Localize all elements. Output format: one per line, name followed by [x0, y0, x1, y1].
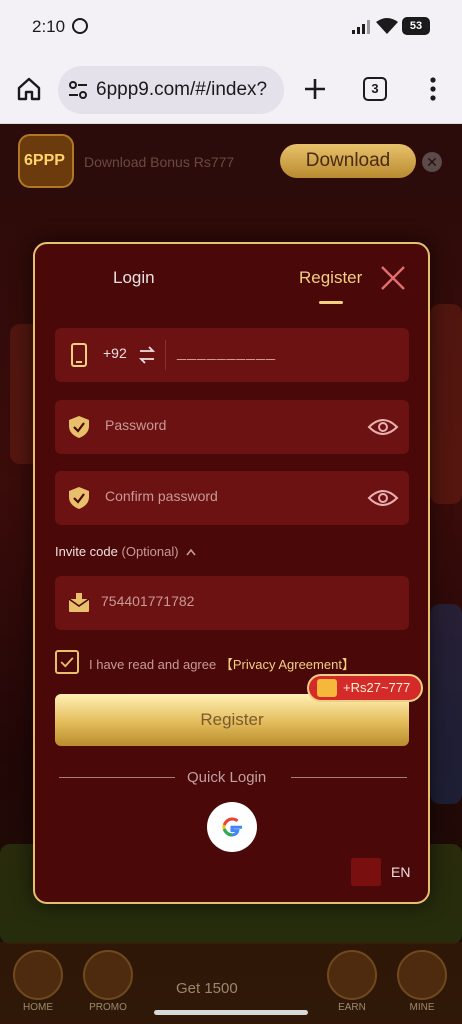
gift-icon	[317, 679, 337, 697]
eye-icon[interactable]	[367, 415, 399, 439]
confirm-password-field[interactable]: Confirm password	[55, 471, 409, 525]
language-label[interactable]: EN	[391, 864, 410, 880]
register-modal: Login Register +92 __________ Password C…	[33, 242, 430, 904]
signal-icon	[352, 20, 370, 34]
nav-promo-label: PROMO	[89, 1002, 127, 1013]
nav-mine-label: MINE	[409, 1002, 435, 1013]
invite-optional-label: (Optional)	[121, 544, 179, 559]
close-banner-icon[interactable]: ✕	[422, 152, 442, 172]
shield-icon	[69, 487, 89, 509]
home-icon[interactable]	[16, 76, 42, 102]
download-bonus-text: Download Bonus Rs777	[84, 154, 235, 170]
nav-promo[interactable]: PROMO	[76, 950, 140, 1013]
agreement-text: I have read and agree 【Privacy Agreement…	[89, 654, 355, 673]
agreement-row: I have read and agree 【Privacy Agreement…	[55, 650, 409, 674]
quick-login-label: Quick Login	[187, 769, 267, 786]
url-text[interactable]: 6ppp9.com/#/index?	[96, 79, 267, 101]
agreement-label: I have read and agree	[89, 657, 220, 672]
nav-mine[interactable]: MINE	[390, 950, 454, 1013]
tab-login[interactable]: Login	[113, 268, 155, 288]
field-divider	[165, 340, 166, 370]
address-bar[interactable]: 6ppp9.com/#/index?	[58, 66, 284, 114]
app-logo: 6PPP	[18, 134, 74, 188]
swap-icon[interactable]	[139, 346, 155, 364]
tab-switcher-button[interactable]: 3	[363, 77, 387, 101]
nav-center-label[interactable]: Get 1500	[176, 980, 238, 997]
bonus-badge-text: +Rs27~777	[343, 680, 411, 695]
site-settings-icon[interactable]	[68, 80, 88, 100]
privacy-agreement-link[interactable]: 【Privacy Agreement】	[220, 657, 355, 672]
battery-icon: 53	[402, 17, 430, 35]
status-time: 2:10	[32, 17, 66, 36]
nav-home-label: HOME	[23, 1002, 53, 1013]
phone-input[interactable]: __________	[177, 344, 276, 362]
confirm-password-input[interactable]: Confirm password	[105, 488, 218, 504]
invite-code-input[interactable]: 754401771782	[101, 593, 194, 609]
nav-earn[interactable]: EARN	[320, 950, 384, 1013]
new-tab-icon[interactable]	[302, 76, 328, 102]
close-icon[interactable]	[379, 264, 407, 292]
nav-home[interactable]: HOME	[6, 950, 70, 1013]
invite-code-field[interactable]: 754401771782	[55, 576, 409, 630]
nav-earn-label: EARN	[338, 1002, 366, 1013]
password-input[interactable]: Password	[105, 417, 166, 433]
chevron-up-icon	[186, 548, 196, 556]
background-decoration	[430, 604, 462, 804]
google-icon	[222, 817, 242, 837]
invite-code-toggle[interactable]: Invite code (Optional)	[55, 544, 196, 559]
background-decoration	[430, 304, 462, 504]
divider-line	[59, 777, 175, 778]
home-indicator[interactable]	[154, 1010, 308, 1015]
home-nav-icon	[13, 950, 63, 1000]
browser-toolbar: 6ppp9.com/#/index? 3	[0, 56, 462, 124]
wifi-icon	[376, 18, 398, 34]
status-bar: 2:10 53	[0, 0, 462, 56]
active-tab-indicator	[319, 301, 343, 304]
country-code[interactable]: +92	[103, 345, 127, 361]
eye-icon[interactable]	[367, 486, 399, 510]
download-banner: 6PPP Download Bonus Rs777 Download ✕	[0, 124, 462, 200]
google-login-button[interactable]	[207, 802, 257, 852]
agreement-checkbox[interactable]	[55, 650, 79, 674]
more-menu-icon[interactable]	[424, 76, 442, 102]
tab-register[interactable]: Register	[299, 268, 362, 288]
shield-icon	[69, 416, 89, 438]
language-flag-icon[interactable]	[351, 858, 381, 886]
app-logo-text: 6PPP	[24, 152, 65, 169]
invite-code-label: Invite code	[55, 544, 118, 559]
earn-nav-icon	[327, 950, 377, 1000]
password-field[interactable]: Password	[55, 400, 409, 454]
mine-nav-icon	[397, 950, 447, 1000]
bonus-badge: +Rs27~777	[307, 674, 423, 702]
phone-icon	[71, 343, 87, 367]
download-button[interactable]: Download	[280, 144, 416, 178]
phone-field[interactable]: +92 __________	[55, 328, 409, 382]
whatsapp-icon	[72, 18, 88, 34]
divider-line	[291, 777, 407, 778]
promo-nav-icon	[83, 950, 133, 1000]
mail-icon	[68, 593, 90, 612]
